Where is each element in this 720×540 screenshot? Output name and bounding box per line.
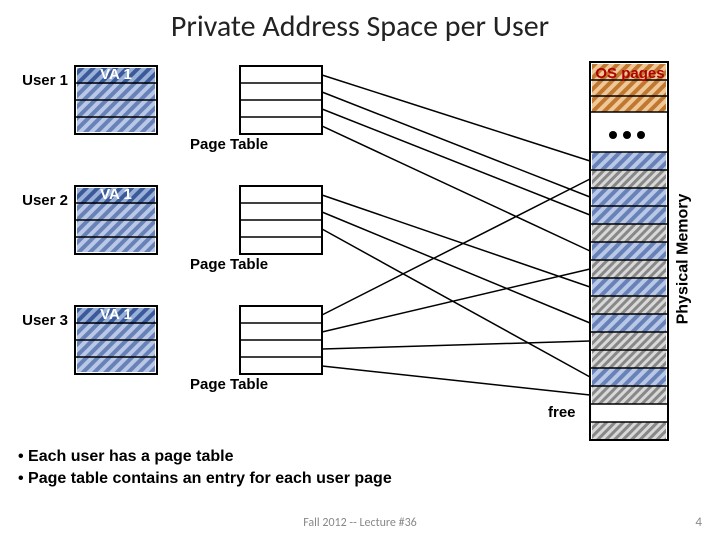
free-label: free (548, 404, 576, 421)
footer-text: Fall 2012 -- Lecture #36 (0, 516, 720, 530)
user-label-2: User 2 (8, 192, 68, 209)
ellipsis-dots (606, 126, 648, 144)
va-label-2: VA 1 (76, 186, 156, 203)
user-label-3: User 3 (8, 312, 68, 329)
page-table-label-2: Page Table (190, 256, 268, 273)
bullet-2: • Page table contains an entry for each … (18, 468, 392, 490)
page-table-label-1: Page Table (190, 136, 268, 153)
page-table-label-3: Page Table (190, 376, 268, 393)
slide-title: Private Address Space per User (0, 8, 720, 45)
bullet-1: • Each user has a page table (18, 446, 392, 468)
user-label-1: User 1 (8, 72, 68, 89)
page-number: 4 (695, 515, 702, 530)
physical-memory-label: Physical Memory (674, 194, 692, 325)
va-label-3: VA 1 (76, 306, 156, 323)
bullet-list: • Each user has a page table • Page tabl… (18, 446, 392, 489)
va-label-1: VA 1 (76, 66, 156, 83)
os-pages-label: OS pages (594, 66, 666, 83)
